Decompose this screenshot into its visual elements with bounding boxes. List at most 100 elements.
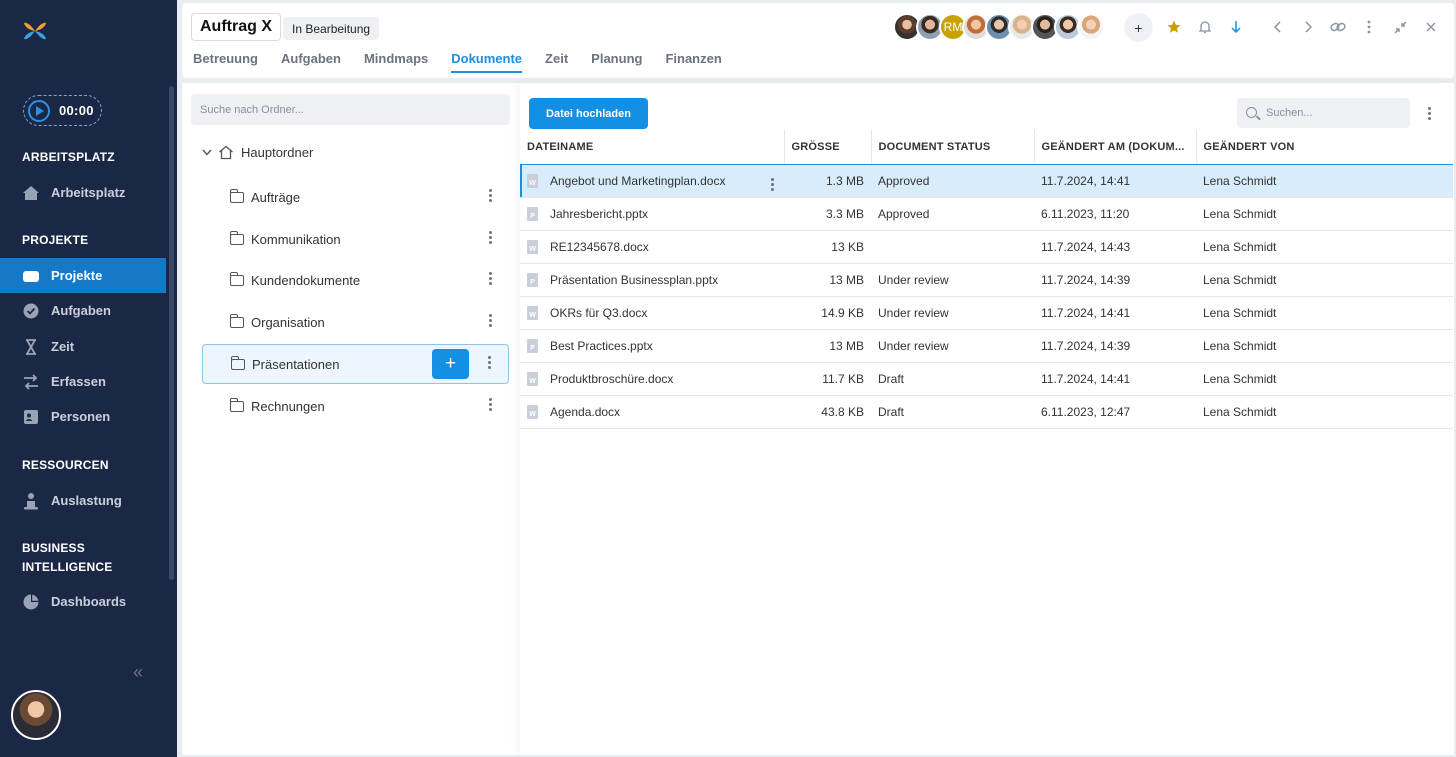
folder-search-input[interactable]: Suche nach Ordner... [191,94,510,125]
cell-size: 11.7 KB [784,362,871,396]
page-title[interactable]: Auftrag X [191,13,281,41]
more-vertical-icon[interactable] [489,189,493,202]
search-icon [1246,107,1257,118]
folder-icon [22,267,40,285]
sidebar-item-projekte[interactable]: Projekte [0,258,166,293]
chevron-down-icon[interactable] [202,149,212,156]
sidebar-item-erfassen[interactable]: Erfassen [0,364,166,399]
file-name: Präsentation Businessplan.pptx [550,272,719,287]
cell-filename[interactable]: W RE12345678.docx [520,230,784,264]
user-avatar[interactable] [11,690,61,740]
sidebar-item-auslastung[interactable]: Auslastung [0,483,166,518]
document-search-input[interactable]: Suchen... [1237,98,1410,128]
sidebar-item-dashboards[interactable]: Dashboards [0,584,166,619]
add-member-button[interactable]: + [1124,13,1153,42]
folder-icon [229,189,244,203]
table-row[interactable]: P Jahresbericht.pptx 3.3 MB Approved 6.11.20… [520,197,1453,231]
star-icon[interactable] [1164,17,1184,37]
table-row[interactable]: W Angebot und Marketingplan.docx 1.3 MB App… [520,164,1453,198]
docx-file-icon: W [527,173,538,188]
cell-filename[interactable]: W OKRs für Q3.docx [520,296,784,330]
folder-icon [230,355,245,370]
folder-label: Präsentationen [252,356,340,372]
column-header-changed[interactable]: GEÄNDERT AM (DOKUM... [1034,130,1197,165]
cell-size: 3.3 MB [784,197,871,231]
arrow-down-icon[interactable] [1226,17,1246,37]
tab-planung[interactable]: Planung [591,51,642,73]
folder-item-organisation[interactable]: Organisation [202,303,509,342]
cell-filename[interactable]: P Präsentation Businessplan.pptx [520,263,784,297]
home-icon [219,145,233,160]
tab-aufgaben[interactable]: Aufgaben [281,51,341,73]
person-card-icon [22,408,40,426]
sidebar-item-aufgaben[interactable]: Aufgaben [0,293,166,328]
column-header-name[interactable]: DATEINAME [520,130,785,165]
cell-filename[interactable]: W Angebot und Marketingplan.docx [520,164,784,198]
file-name: Best Practices.pptx [550,338,653,353]
cell-status: Under review [871,263,1034,297]
table-row[interactable]: P Präsentation Businessplan.pptx 13 MB Unde… [520,263,1453,297]
status-badge[interactable]: In Bearbeitung [283,17,380,40]
more-vertical-icon[interactable] [771,177,774,191]
cell-status: Under review [871,329,1034,363]
table-row[interactable]: W RE12345678.docx 13 KB 11.7.2024, 14:43 Len… [520,230,1453,264]
bell-icon[interactable] [1195,17,1215,37]
tab-betreuung[interactable]: Betreuung [193,51,258,73]
add-subfolder-button[interactable]: + [432,349,469,379]
tab-finanzen[interactable]: Finanzen [665,51,721,73]
sidebar-item-personen[interactable]: Personen [0,399,166,434]
team-member-avatar[interactable] [1077,13,1105,41]
app-logo-icon[interactable] [22,18,48,44]
more-vertical-icon[interactable] [489,314,493,327]
cell-filename[interactable]: P Best Practices.pptx [520,329,784,363]
cell-changed: 6.11.2023, 12:47 [1034,395,1196,429]
more-vertical-icon[interactable] [489,272,493,285]
folder-root-hauptordner[interactable]: Hauptordner [202,145,313,160]
more-vertical-icon[interactable] [489,231,493,244]
folder-item-kundendokumente[interactable]: Kundendokumente [202,261,509,300]
folder-item-praesentationen[interactable]: Präsentationen + [202,344,509,384]
minimize-icon[interactable] [1390,17,1410,37]
cell-size: 13 MB [784,329,871,363]
more-vertical-icon[interactable] [489,398,493,411]
sidebar-item-label: Auslastung [51,493,122,508]
column-header-changed-by[interactable]: GEÄNDERT VON [1196,130,1453,165]
cell-changed: 11.7.2024, 14:41 [1034,362,1196,396]
more-vertical-icon[interactable] [1428,107,1431,120]
sidebar-item-zeit[interactable]: Zeit [0,329,166,364]
tab-zeit[interactable]: Zeit [545,51,568,73]
table-row[interactable]: W OKRs für Q3.docx 14.9 KB Under review 11.7… [520,296,1453,330]
transfer-icon [22,373,40,391]
section-title-arbeitsplatz: ARBEITSPLATZ [22,150,115,164]
cell-filename[interactable]: W Produktbroschüre.docx [520,362,784,396]
collapse-sidebar-icon[interactable]: « [133,662,143,683]
search-placeholder: Suchen... [1266,107,1313,119]
link-icon[interactable] [1328,17,1348,37]
cell-filename[interactable]: P Jahresbericht.pptx [520,197,784,231]
column-header-size[interactable]: GRÖSSE [784,130,872,165]
folder-item-rechnungen[interactable]: Rechnungen [202,387,509,426]
folder-item-kommunikation[interactable]: Kommunikation [202,220,509,259]
sidebar-scrollbar[interactable] [169,86,174,580]
more-vertical-icon[interactable] [488,356,492,369]
sidebar-item-arbeitsplatz[interactable]: Arbeitsplatz [0,175,166,210]
table-row[interactable]: W Agenda.docx 43.8 KB Draft 6.11.2023, 12:47… [520,395,1453,429]
close-icon[interactable] [1421,17,1441,37]
document-list-panel: Datei hochladen Suchen... DATEINAME GRÖS… [520,83,1454,755]
more-vertical-icon[interactable] [1359,17,1379,37]
cell-changed-by: Lena Schmidt [1196,263,1453,297]
tab-mindmaps[interactable]: Mindmaps [364,51,428,73]
docx-file-icon: W [527,371,538,386]
time-tracker-button[interactable]: 00:00 [23,95,102,126]
folder-icon [229,231,244,245]
chevron-right-icon[interactable] [1298,17,1318,37]
upload-file-button[interactable]: Datei hochladen [529,98,648,129]
folder-item-auftraege[interactable]: Aufträge [202,178,509,217]
column-header-status[interactable]: DOCUMENT STATUS [871,130,1035,165]
tab-dokumente[interactable]: Dokumente [451,51,523,73]
chevron-left-icon[interactable] [1268,17,1288,37]
folder-label: Aufträge [251,190,301,205]
table-row[interactable]: W Produktbroschüre.docx 11.7 KB Draft 11.7.2… [520,362,1453,396]
cell-filename[interactable]: W Agenda.docx [520,395,784,429]
table-row[interactable]: P Best Practices.pptx 13 MB Under review 11.… [520,329,1453,363]
